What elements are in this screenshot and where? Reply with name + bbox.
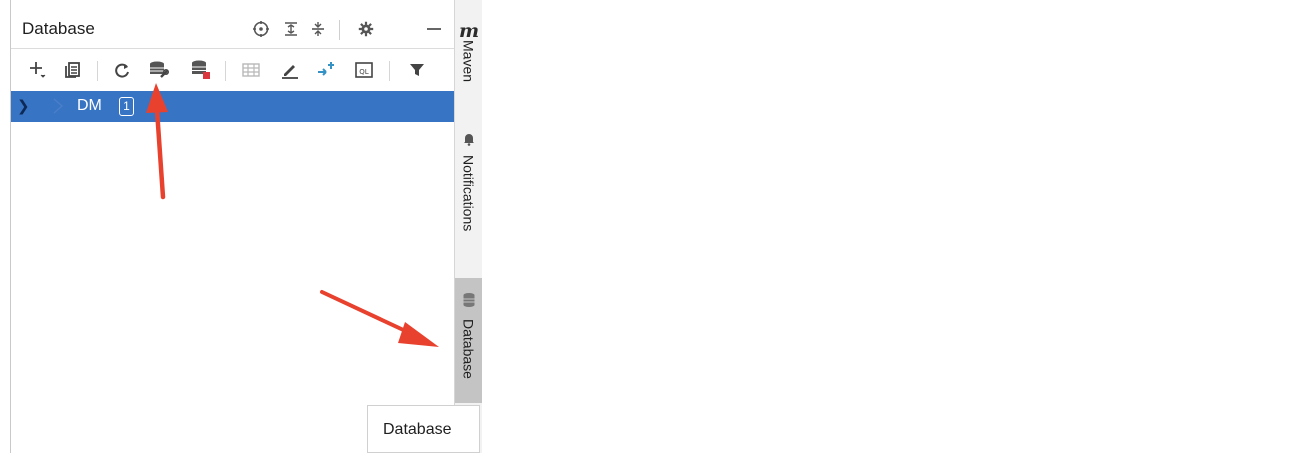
bell-icon: [463, 132, 475, 151]
tree-item-dm[interactable]: ❯ DM 1: [11, 91, 455, 122]
database-tool-window: Database QL ❯ DM 1: [10, 0, 455, 453]
stripe-tab-label: Maven: [460, 40, 477, 83]
crosshair-icon[interactable]: [248, 16, 274, 42]
disconnect-icon[interactable]: [188, 57, 214, 83]
header-separator: [339, 20, 340, 40]
chevron-right-icon[interactable]: ❯: [17, 97, 30, 115]
toolbar-separator: [389, 61, 390, 81]
collapse-all-icon[interactable]: [305, 16, 331, 42]
svg-text:QL: QL: [359, 68, 369, 76]
tool-window-header: Database: [11, 10, 455, 49]
table-icon[interactable]: [238, 57, 264, 83]
edit-icon[interactable]: [277, 57, 303, 83]
database-toolbar: QL: [11, 49, 455, 92]
sql-console-icon[interactable]: QL: [351, 57, 377, 83]
database-icon: [462, 292, 476, 313]
tool-window-title: Database: [22, 19, 95, 38]
duplicate-icon[interactable]: [60, 57, 86, 83]
jump-to-query-console-icon[interactable]: [313, 57, 339, 83]
add-icon[interactable]: [25, 57, 51, 83]
toolbar-separator: [97, 61, 98, 81]
tree-item-label: DM: [77, 97, 102, 114]
expand-all-icon[interactable]: [278, 16, 304, 42]
tooltip-text: Database: [383, 421, 452, 438]
maven-icon: m: [459, 20, 480, 42]
stripe-tab-database[interactable]: Database: [455, 278, 482, 403]
gear-icon[interactable]: [353, 16, 379, 42]
filter-icon[interactable]: [404, 57, 430, 83]
toolbar-separator: [225, 61, 226, 81]
stripe-tab-label: Database: [460, 319, 477, 379]
refresh-icon[interactable]: [109, 57, 135, 83]
stripe-tab-label: Notifications: [460, 155, 477, 232]
minimize-icon[interactable]: [421, 16, 447, 42]
count-badge: 1: [119, 97, 134, 116]
data-source-icon: [51, 97, 65, 115]
data-source-properties-icon[interactable]: [146, 57, 172, 83]
tooltip: Database: [367, 405, 480, 453]
stripe-tab-maven[interactable]: Maven: [455, 40, 482, 120]
right-tool-stripe: m Maven Notifications Database: [454, 0, 482, 453]
stripe-tab-notifications[interactable]: Notifications: [455, 132, 482, 262]
